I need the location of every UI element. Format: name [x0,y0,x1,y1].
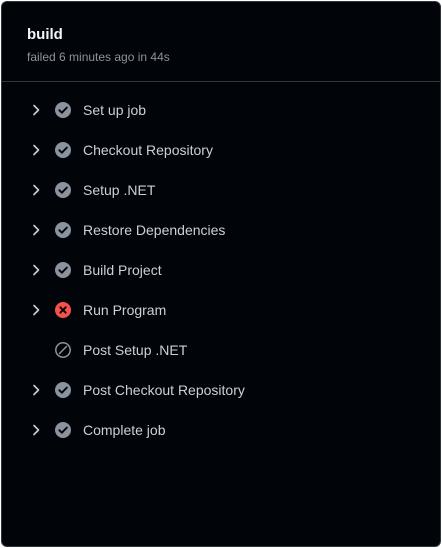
step-row[interactable]: Set up job [2,90,440,130]
step-row[interactable]: Checkout Repository [2,130,440,170]
check-circle-icon [55,102,71,118]
step-label: Complete job [83,422,166,438]
step-row[interactable]: Complete job [2,410,440,450]
steps-list: Set up job Checkout Repository Setup .NET R… [2,90,440,450]
step-row[interactable]: Post Checkout Repository [2,370,440,410]
step-label: Restore Dependencies [83,222,226,238]
check-circle-icon [55,222,71,238]
step-row[interactable]: Setup .NET [2,170,440,210]
check-circle-icon [55,422,71,438]
step-label: Post Checkout Repository [83,382,245,398]
chevron-right-icon[interactable] [29,143,43,157]
chevron-right-icon[interactable] [29,423,43,437]
chevron-right-icon[interactable] [29,223,43,237]
chevron-right-icon[interactable] [29,383,43,397]
chevron-right-icon[interactable] [29,183,43,197]
step-label: Post Setup .NET [83,342,188,358]
check-circle-icon [55,382,71,398]
job-header: build failed 6 minutes ago in 44s [2,2,440,82]
step-label: Checkout Repository [83,142,213,158]
chevron-right-icon[interactable] [29,303,43,317]
job-title: build [27,26,63,43]
step-row[interactable]: Run Program [2,290,440,330]
step-row[interactable]: Restore Dependencies [2,210,440,250]
check-circle-icon [55,262,71,278]
step-label: Set up job [83,102,147,118]
x-circle-icon [55,302,71,318]
step-label: Build Project [83,262,162,278]
job-steps-panel: build failed 6 minutes ago in 44s Set up… [1,1,441,547]
step-row[interactable]: Build Project [2,250,440,290]
step-label: Run Program [83,302,167,318]
step-row[interactable]: Post Setup .NET [2,330,440,370]
job-status-text: failed 6 minutes ago in 44s [27,50,170,64]
chevron-right-icon[interactable] [29,263,43,277]
chevron-right-icon[interactable] [29,103,43,117]
check-circle-icon [55,182,71,198]
skip-icon [55,342,71,358]
step-label: Setup .NET [83,182,156,198]
check-circle-icon [55,142,71,158]
